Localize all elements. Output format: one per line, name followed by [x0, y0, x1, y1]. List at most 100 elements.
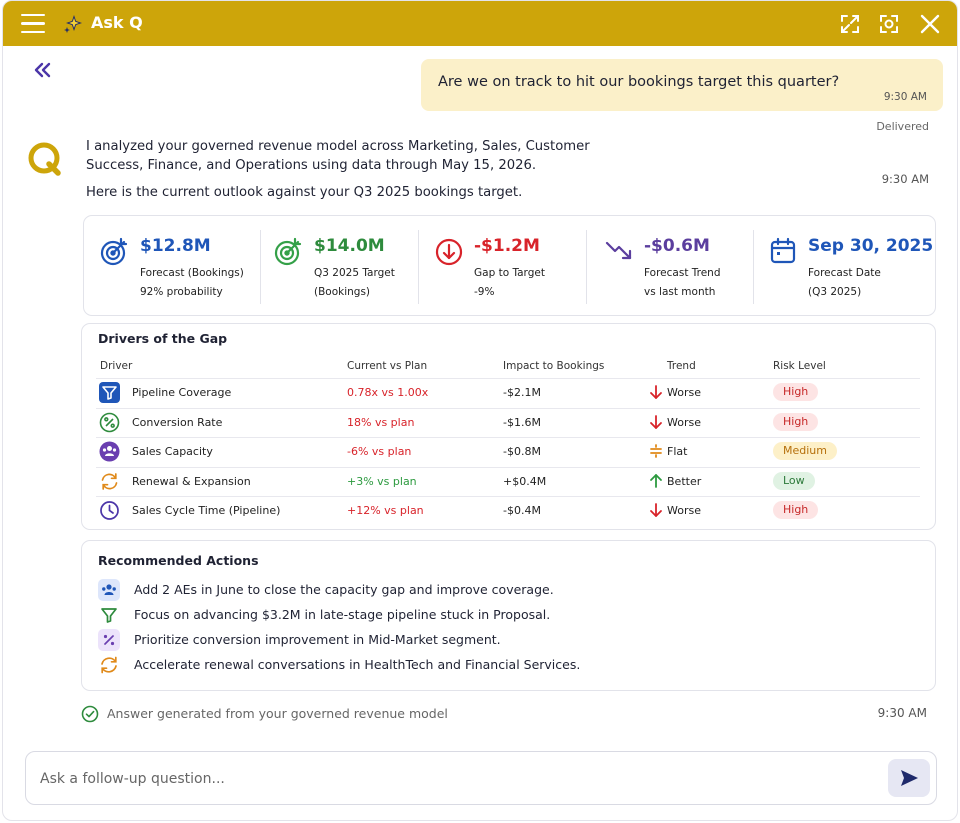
check-circle-icon [81, 705, 99, 723]
target-check-icon [274, 237, 302, 266]
answer-time: 9:30 AM [881, 172, 929, 186]
kpi-value: $12.8M [140, 236, 211, 256]
kpi-forecast: $12.8M Forecast (Bookings) 92% probabili… [100, 228, 260, 304]
drivers-table-card: Drivers of the Gap Driver Current vs Pla… [81, 323, 936, 530]
kpi-trend: -$0.6M Forecast Trend vs last month [604, 228, 754, 304]
current-vs-plan: +12% vs plan [347, 504, 424, 517]
current-vs-plan: -6% vs plan [347, 445, 412, 458]
arrow-up-icon [650, 474, 662, 488]
column-header-driver: Driver [100, 360, 133, 372]
menu-icon[interactable] [21, 14, 45, 34]
action-text: Prioritize conversion improvement in Mid… [134, 632, 501, 647]
column-header-impact: Impact to Bookings [503, 360, 605, 372]
kpi-label: Forecast (Bookings) 92% probability [140, 264, 244, 302]
refresh-icon [101, 656, 117, 674]
impact-to-bookings: -$2.1M [503, 386, 541, 399]
action-item: Accelerate renewal conversations in Heal… [98, 654, 898, 676]
close-icon[interactable] [919, 13, 941, 35]
flat-trend-icon [650, 444, 662, 458]
current-vs-plan: 0.78x vs 1.00x [347, 386, 429, 399]
answer-outlook: Here is the current outlook against your… [86, 185, 523, 200]
refresh-icon[interactable] [878, 13, 900, 35]
arrow-down-icon [650, 415, 662, 429]
trend-label: Worse [667, 416, 701, 429]
kpi-gap: -$1.2M Gap to Target -9% [434, 228, 584, 304]
calendar-icon [770, 237, 796, 264]
sparkle-icon [64, 15, 82, 33]
expand-icon[interactable] [839, 13, 861, 35]
app-title: Ask Q [91, 13, 143, 32]
trend-down-icon [605, 241, 632, 260]
user-message-time: 9:30 AM [883, 91, 927, 103]
risk-badge: Low [773, 472, 815, 490]
action-item: Prioritize conversion improvement in Mid… [98, 629, 898, 651]
refresh-icon [101, 473, 118, 490]
table-row: Sales Capacity -6% vs plan -$0.8M Flat M… [96, 437, 920, 466]
kpi-label: Forecast Trend vs last month [644, 264, 721, 302]
kpi-label-line1: Forecast (Bookings) [140, 267, 244, 279]
kpi-label-line2: (Q3 2025) [808, 286, 862, 298]
drivers-title: Drivers of the Gap [98, 331, 228, 346]
trend-label: Better [667, 475, 702, 488]
impact-to-bookings: -$1.6M [503, 416, 541, 429]
user-message-bubble: Are we on track to hit our bookings targ… [421, 59, 943, 111]
kpi-label: Gap to Target -9% [474, 264, 545, 302]
risk-badge: High [773, 413, 819, 431]
table-row: Renewal & Expansion +3% vs plan +$0.4M B… [96, 467, 920, 496]
answer-source-time: 9:30 AM [877, 706, 927, 720]
follow-up-input[interactable] [40, 768, 860, 790]
people-icon [99, 441, 120, 462]
actions-title: Recommended Actions [98, 553, 259, 568]
divider [753, 230, 754, 304]
kpi-value: -$1.2M [474, 236, 540, 256]
kpi-value: $14.0M [314, 236, 385, 256]
ask-q-window: Ask Q Are we on track to hit our booking… [2, 0, 958, 821]
driver-name: Renewal & Expansion [132, 475, 251, 488]
driver-name: Sales Capacity [132, 445, 213, 458]
action-text: Accelerate renewal conversations in Heal… [134, 657, 581, 672]
kpi-summary-card: $12.8M Forecast (Bookings) 92% probabili… [83, 215, 936, 316]
table-row: Conversion Rate 18% vs plan -$1.6M Worse… [96, 408, 920, 437]
kpi-label-line2: -9% [474, 286, 495, 298]
people-icon [98, 579, 120, 601]
divider [418, 230, 419, 304]
target-arrow-icon [100, 237, 128, 266]
clock-icon [100, 501, 119, 520]
impact-to-bookings: -$0.8M [503, 445, 541, 458]
send-button[interactable] [888, 759, 930, 797]
answer-source-note: Answer generated from your governed reve… [107, 706, 448, 721]
column-header-current: Current vs Plan [347, 360, 428, 372]
recommended-actions-card: Recommended Actions Add 2 AEs in June to… [81, 540, 936, 691]
arrow-down-icon [650, 503, 662, 517]
kpi-forecast-date: Sep 30, 2025 Forecast Date (Q3 2025) [768, 228, 933, 304]
driver-name: Sales Cycle Time (Pipeline) [132, 504, 281, 517]
divider [260, 230, 261, 304]
answer-intro: I analyzed your governed revenue model a… [86, 139, 590, 173]
action-text: Focus on advancing $3.2M in late-stage p… [134, 607, 551, 622]
arrow-down-circle-icon [435, 238, 463, 266]
current-vs-plan: 18% vs plan [347, 416, 415, 429]
kpi-label-line1: Gap to Target [474, 267, 545, 279]
kpi-label-line1: Q3 2025 Target [314, 267, 395, 279]
trend-label: Flat [667, 445, 688, 458]
kpi-label-line2: vs last month [644, 286, 716, 298]
funnel-icon [101, 608, 117, 623]
kpi-label-line1: Forecast Trend [644, 267, 721, 279]
trend-label: Worse [667, 386, 701, 399]
arrow-down-icon [650, 385, 662, 399]
percent-icon [99, 412, 120, 433]
collapse-icon[interactable] [31, 59, 53, 81]
driver-name: Conversion Rate [132, 416, 223, 429]
impact-to-bookings: -$0.4M [503, 504, 541, 517]
risk-badge: High [773, 383, 819, 401]
kpi-label-line2: 92% probability [140, 286, 223, 298]
kpi-target: $14.0M Q3 2025 Target (Bookings) [274, 228, 424, 304]
table-row: Pipeline Coverage 0.78x vs 1.00x -$2.1M … [96, 378, 920, 407]
kpi-label: Q3 2025 Target (Bookings) [314, 264, 395, 302]
send-icon [901, 770, 918, 786]
kpi-value: -$0.6M [644, 236, 710, 256]
delivery-status: Delivered [876, 120, 929, 133]
column-header-trend: Trend [667, 360, 696, 372]
q-logo-avatar [28, 142, 61, 176]
composer [25, 751, 937, 805]
